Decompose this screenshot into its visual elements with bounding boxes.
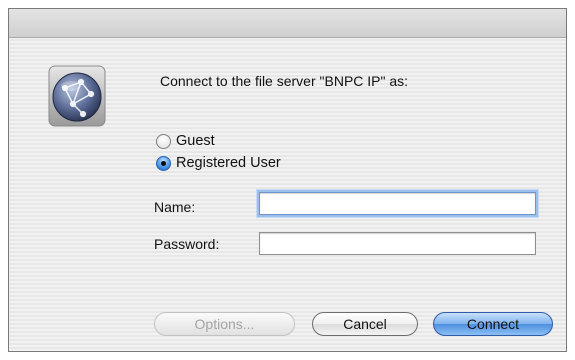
guest-radio-button[interactable] (156, 133, 171, 149)
connect-prompt-text: Connect to the file server "BNPC IP" as: (160, 73, 409, 89)
cancel-button[interactable]: Cancel (312, 312, 418, 336)
options-button[interactable]: Options... (154, 312, 295, 336)
name-field[interactable] (259, 192, 536, 215)
server-globe-icon (45, 64, 109, 128)
guest-radio-option[interactable]: Guest (156, 133, 215, 149)
connect-button[interactable]: Connect (433, 312, 553, 336)
password-label: Password: (154, 236, 220, 252)
password-field[interactable] (259, 232, 536, 255)
guest-radio-label[interactable]: Guest (176, 133, 215, 149)
registered-user-radio-button[interactable] (156, 155, 171, 171)
connect-to-server-dialog: Connect to the file server "BNPC IP" as:… (8, 8, 567, 352)
dialog-title-bar[interactable] (9, 9, 566, 38)
registered-user-radio-label[interactable]: Registered User (176, 155, 281, 171)
name-label: Name: (154, 199, 196, 215)
registered-user-radio-option[interactable]: Registered User (156, 155, 281, 171)
